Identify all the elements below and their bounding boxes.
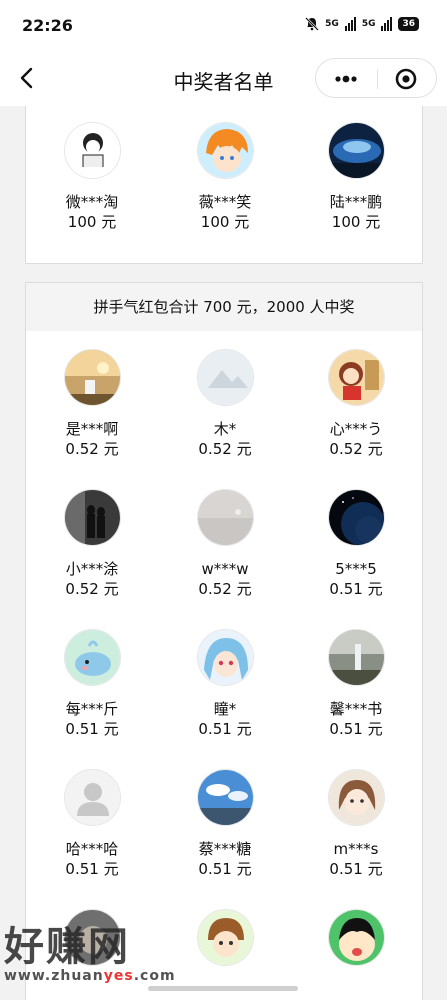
winner-amount: 100 元 xyxy=(331,213,381,231)
winner-name: 5***5 xyxy=(335,560,377,578)
avatar xyxy=(327,489,385,546)
winner-name: 薇***笑 xyxy=(198,193,252,211)
close-target-icon[interactable] xyxy=(386,63,426,95)
nav-bar: 中奖者名单 xyxy=(0,52,447,106)
winner-name: 哈***哈 xyxy=(65,840,119,858)
winner-amount: 0.51 元 xyxy=(329,580,383,598)
avatar xyxy=(327,629,385,686)
card-header: 拼手气红包合计 700 元，2000 人中奖 xyxy=(26,283,422,331)
winner-name: 心***う xyxy=(329,420,383,438)
winner-amount: 0.52 元 xyxy=(329,440,383,458)
more-dots-icon[interactable] xyxy=(326,63,366,95)
signal-bars-icon xyxy=(344,17,356,31)
watermark-logo-text: 好赚网 xyxy=(4,924,130,970)
winner-name: 陆***鹏 xyxy=(329,193,383,211)
winner-amount: 0.52 元 xyxy=(65,580,119,598)
winner-item: 是***啊 0.52 元 xyxy=(32,349,152,458)
winner-amount: 0.51 元 xyxy=(65,860,119,878)
winner-item: 瞳* 0.51 元 xyxy=(165,629,285,738)
signal-bars-icon xyxy=(381,17,393,31)
winner-item: 5***5 0.51 元 xyxy=(296,489,416,598)
winner-item: 薇***笑 100 元 xyxy=(165,122,285,231)
winner-name: 木* xyxy=(213,420,237,438)
winner-amount: 0.52 元 xyxy=(65,440,119,458)
winner-amount: 100 元 xyxy=(200,213,250,231)
winner-item: 哈***哈 0.51 元 xyxy=(32,769,152,878)
avatar xyxy=(196,629,254,686)
avatar xyxy=(196,489,254,546)
avatar xyxy=(63,122,121,179)
winner-amount: 0.51 元 xyxy=(65,720,119,738)
winner-amount: 0.51 元 xyxy=(198,860,252,878)
avatar xyxy=(196,769,254,826)
winner-name: w***w xyxy=(201,560,249,578)
winner-name: 瞳* xyxy=(213,700,237,718)
top-prize-card: 微***淘 100 元 薇***笑 100 元 陆***鹏 100 元 xyxy=(25,106,423,264)
avatar xyxy=(196,122,254,179)
home-indicator xyxy=(148,986,298,991)
status-bar: 22:26 5G 5G 36 xyxy=(0,0,447,52)
winner-name: 微***淘 xyxy=(65,193,119,211)
avatar xyxy=(63,629,121,686)
winner-item: 蔡***糖 0.51 元 xyxy=(165,769,285,878)
capsule-divider xyxy=(377,69,378,89)
winner-name: m***s xyxy=(333,840,379,858)
mute-bell-icon xyxy=(305,17,320,31)
winner-item: 馨***书 0.51 元 xyxy=(296,629,416,738)
signal-label-1: 5G xyxy=(325,19,339,29)
avatar xyxy=(327,122,385,179)
status-icons: 5G 5G 36 xyxy=(305,17,419,31)
battery-icon: 36 xyxy=(398,17,419,31)
winner-name: 蔡***糖 xyxy=(198,840,252,858)
winner-amount: 100 元 xyxy=(67,213,117,231)
avatar xyxy=(63,489,121,546)
status-time: 22:26 xyxy=(22,16,73,35)
lucky-money-card: 拼手气红包合计 700 元，2000 人中奖 是***啊 0.52 元 木* 0… xyxy=(25,282,423,1000)
winner-item: 陆***鹏 100 元 xyxy=(296,122,416,231)
avatar xyxy=(327,909,385,966)
winner-name: 小***涂 xyxy=(65,560,119,578)
winner-item: m***s 0.51 元 xyxy=(296,769,416,878)
winner-item: w***w 0.52 元 xyxy=(165,489,285,598)
watermark-url: www.zhuanyes.com xyxy=(4,968,176,984)
winner-item: 木* 0.52 元 xyxy=(165,349,285,458)
miniprogram-capsule xyxy=(315,58,437,98)
avatar xyxy=(63,769,121,826)
winner-item xyxy=(296,909,416,966)
winner-amount: 0.52 元 xyxy=(198,580,252,598)
winner-name: 是***啊 xyxy=(65,420,119,438)
avatar xyxy=(196,909,254,966)
winner-amount: 0.51 元 xyxy=(329,860,383,878)
winner-item: 微***淘 100 元 xyxy=(32,122,152,231)
winner-item: 每***斤 0.51 元 xyxy=(32,629,152,738)
avatar xyxy=(327,349,385,406)
winner-item: 心***う 0.52 元 xyxy=(296,349,416,458)
winner-amount: 0.51 元 xyxy=(329,720,383,738)
avatar xyxy=(196,349,254,406)
avatar xyxy=(63,349,121,406)
winner-item: 小***涂 0.52 元 xyxy=(32,489,152,598)
site-watermark: 好赚网 www.zhuanyes.com xyxy=(4,914,204,994)
avatar xyxy=(327,769,385,826)
signal-label-2: 5G xyxy=(361,19,376,29)
winner-amount: 0.51 元 xyxy=(198,720,252,738)
winner-amount: 0.52 元 xyxy=(198,440,252,458)
winner-name: 馨***书 xyxy=(329,700,383,718)
winner-name: 每***斤 xyxy=(65,700,119,718)
